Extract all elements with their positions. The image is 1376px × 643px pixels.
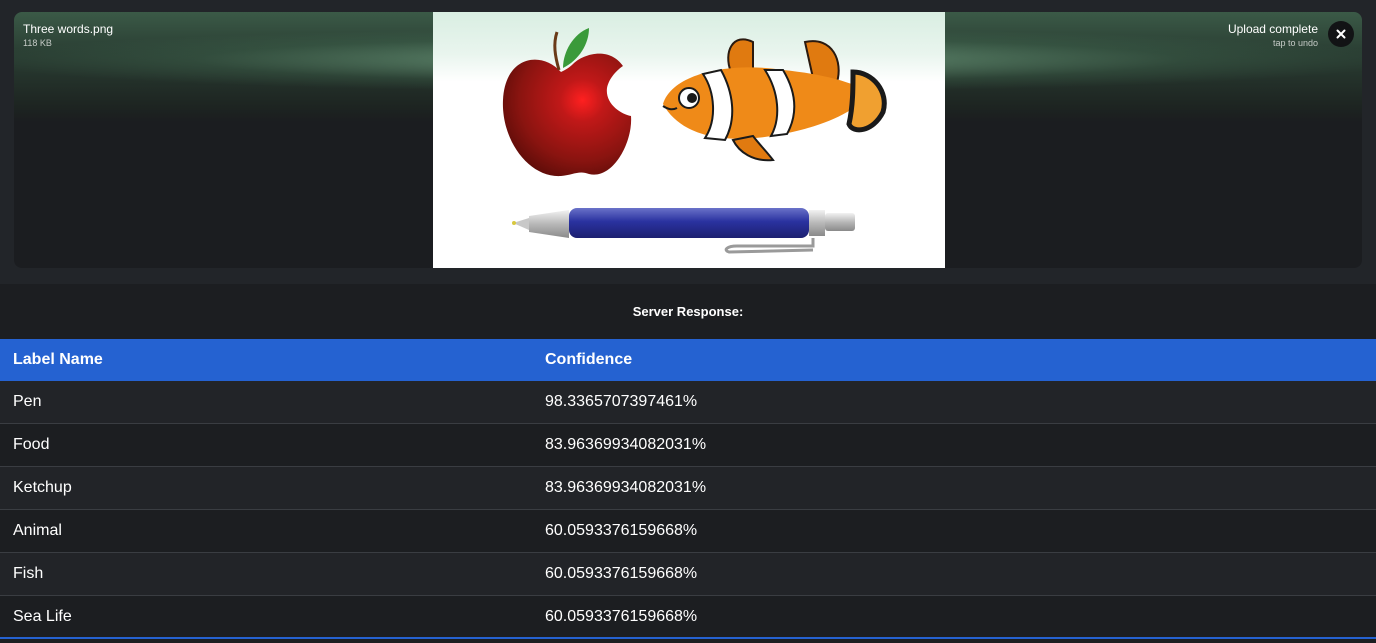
remove-file-button[interactable] xyxy=(1328,21,1354,47)
table-row: Animal 60.0593376159668% xyxy=(0,510,1376,553)
confidence-cell: 60.0593376159668% xyxy=(545,565,698,582)
pen-drawing xyxy=(512,208,855,254)
file-size: 118 KB xyxy=(23,38,52,48)
table-row: Food 83.96369934082031% xyxy=(0,424,1376,467)
confidence-cell: 60.0593376159668% xyxy=(545,608,698,625)
label-cell: Pen xyxy=(13,393,42,410)
confidence-cell: 60.0593376159668% xyxy=(545,522,698,539)
label-cell: Animal xyxy=(13,522,62,539)
table-bottom-border xyxy=(0,637,1376,639)
table-header-row: Label Name Confidence xyxy=(0,339,1376,381)
upload-status: Upload complete xyxy=(1227,22,1318,36)
table-row: Pen 98.3365707397461% xyxy=(0,381,1376,424)
file-upload-area: Three words.png 118 KB Upload complete t… xyxy=(0,0,1376,284)
table-row: Ketchup 83.96369934082031% xyxy=(0,467,1376,510)
server-response-label: Server Response: xyxy=(632,304,744,319)
table-row: Sea Life 60.0593376159668% xyxy=(0,596,1376,639)
label-cell: Ketchup xyxy=(13,479,72,496)
label-cell: Sea Life xyxy=(13,608,72,625)
column-header-confidence: Confidence xyxy=(545,351,633,368)
label-cell: Fish xyxy=(13,565,44,582)
undo-hint[interactable]: tap to undo xyxy=(1273,38,1318,48)
confidence-cell: 98.3365707397461% xyxy=(545,393,698,410)
image-preview xyxy=(433,12,945,268)
results-table: Label Name Confidence Pen 98.33657073974… xyxy=(0,339,1376,639)
table-row: Fish 60.0593376159668% xyxy=(0,553,1376,596)
label-cell: Food xyxy=(13,436,50,453)
confidence-cell: 83.96369934082031% xyxy=(545,436,707,453)
file-name: Three words.png xyxy=(23,22,114,36)
confidence-cell: 83.96369934082031% xyxy=(545,479,707,496)
close-icon xyxy=(1336,29,1346,39)
preview-illustration xyxy=(433,12,945,254)
column-header-label: Label Name xyxy=(13,351,103,368)
